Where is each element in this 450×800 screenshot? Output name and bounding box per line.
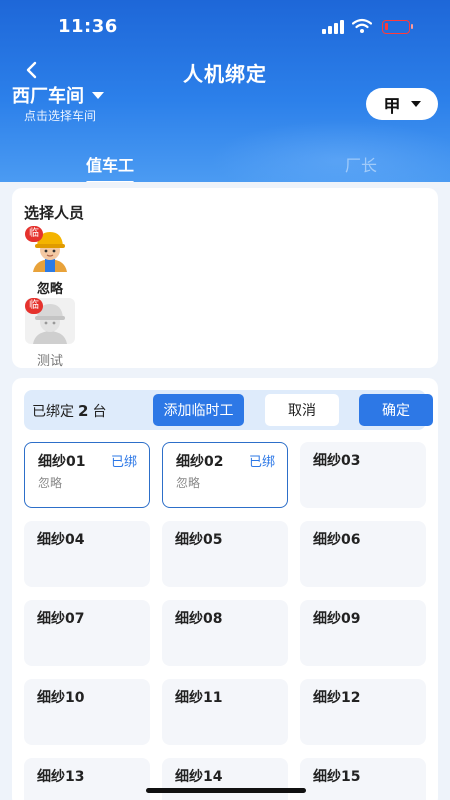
bound-number: 2 [78, 402, 89, 420]
caret-down-icon [92, 91, 104, 99]
bound-prefix: 已绑定 [32, 404, 74, 420]
machine-panel: 已绑定 2 台 添加临时工 取消 确定 细纱01 已绑忽略 细纱02 已绑忽略 细纱03 细纱… [12, 378, 438, 800]
tab-operator[interactable]: 值车工 [86, 152, 135, 182]
machine-card[interactable]: 细纱02 已绑忽略 [162, 442, 288, 508]
machine-name: 细纱13 [37, 769, 85, 785]
caret-down-icon [410, 101, 421, 107]
section-title: 选择人员 [24, 204, 85, 222]
machine-card[interactable]: 细纱15 [300, 758, 426, 800]
machine-name: 细纱12 [313, 690, 361, 706]
bound-count: 已绑定 2 台 [32, 401, 106, 421]
person-name: 测试 [36, 354, 63, 369]
workshop-label: 西厂车间 [12, 86, 84, 107]
machine-card[interactable]: 细纱06 [300, 521, 426, 587]
battery-icon [382, 20, 413, 34]
machine-operator: 忽略 [176, 476, 201, 490]
machine-card[interactable]: 细纱04 [24, 521, 150, 587]
signal-icon [322, 20, 344, 34]
cancel-button[interactable]: 取消 [265, 394, 339, 426]
bound-suffix: 台 [92, 404, 107, 420]
machine-name: 细纱08 [175, 611, 223, 627]
avatar: 临 [25, 298, 75, 344]
machine-name: 细纱01 [38, 454, 86, 470]
home-indicator [146, 788, 306, 793]
machine-name: 细纱14 [175, 769, 223, 785]
temp-badge: 临 [25, 298, 43, 314]
machine-operator: 忽略 [38, 476, 63, 490]
add-temp-worker-button[interactable]: 添加临时工 [153, 394, 244, 426]
status-time: 11:36 [58, 16, 118, 37]
machine-card[interactable]: 细纱09 [300, 600, 426, 666]
machine-status: 已绑 [110, 455, 137, 470]
machine-name: 细纱11 [175, 690, 223, 706]
confirm-button[interactable]: 确定 [359, 394, 433, 426]
machine-card[interactable]: 细纱08 [162, 600, 288, 666]
machine-name: 细纱10 [37, 690, 85, 706]
machine-name: 细纱15 [313, 769, 361, 785]
person-item[interactable]: 临 忽略 [24, 226, 76, 297]
avatar: 临 [25, 226, 75, 272]
machine-name: 细纱09 [313, 611, 361, 627]
machine-name: 细纱02 [176, 454, 224, 470]
machine-card[interactable]: 细纱12 [300, 679, 426, 745]
tab-factory-director[interactable]: 厂长 [345, 152, 377, 176]
app-header: 11:36 人机绑定 西厂车间 点击选择车间 甲 值车工 厂长 [0, 0, 450, 182]
machine-card[interactable]: 细纱11 [162, 679, 288, 745]
machine-name: 细纱05 [175, 532, 223, 548]
workshop-selector[interactable]: 西厂车间 [12, 82, 104, 108]
machine-card[interactable]: 细纱10 [24, 679, 150, 745]
machine-card[interactable]: 细纱01 已绑忽略 [24, 442, 150, 508]
machine-card[interactable]: 细纱07 [24, 600, 150, 666]
machine-name: 细纱04 [37, 532, 85, 548]
machine-name: 细纱07 [37, 611, 85, 627]
machine-card[interactable]: 细纱05 [162, 521, 288, 587]
machine-card[interactable]: 细纱13 [24, 758, 150, 800]
workshop-hint: 点击选择车间 [24, 109, 97, 123]
temp-badge: 临 [25, 226, 43, 242]
machine-card[interactable]: 细纱03 [300, 442, 426, 508]
action-bar: 已绑定 2 台 添加临时工 取消 确定 [24, 390, 433, 430]
shift-label: 甲 [383, 96, 401, 117]
person-select-card: 选择人员 临 忽略 临 测试 [12, 188, 438, 369]
machine-name: 细纱06 [313, 532, 361, 548]
machine-card[interactable]: 细纱14 [162, 758, 288, 800]
person-item[interactable]: 临 测试 [24, 298, 76, 369]
person-name: 忽略 [36, 282, 63, 297]
machine-status: 已绑 [248, 455, 275, 470]
machine-name: 细纱03 [313, 453, 361, 469]
status-bar: 11:36 [0, 0, 450, 50]
shift-selector[interactable]: 甲 [366, 88, 438, 120]
wifi-icon [352, 18, 372, 33]
